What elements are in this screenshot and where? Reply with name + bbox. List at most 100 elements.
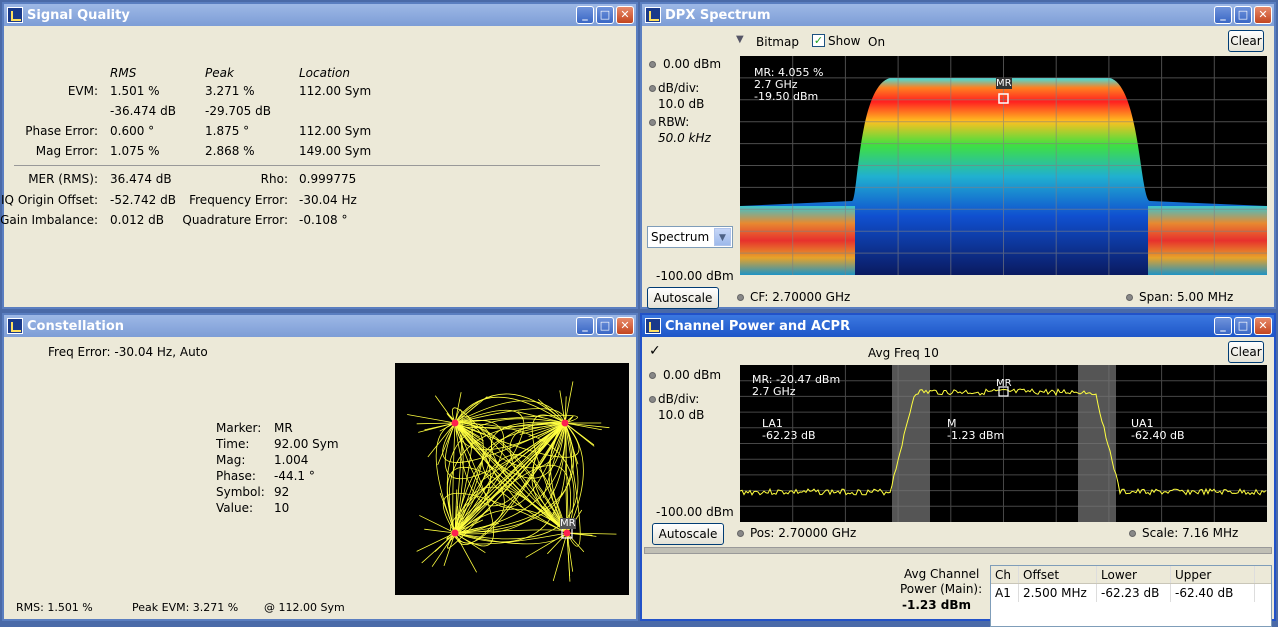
col-upper[interactable]: Upper xyxy=(1171,566,1255,583)
close-icon[interactable]: ✕ xyxy=(616,6,634,24)
app-icon xyxy=(7,318,23,334)
ref-level[interactable]: 0.00 dBm xyxy=(663,368,721,382)
bottom-level[interactable]: -100.00 dBm xyxy=(656,269,734,283)
maximize-icon[interactable]: □ xyxy=(596,317,614,335)
col-offset[interactable]: Offset xyxy=(1019,566,1097,583)
phase-label: Phase: xyxy=(216,469,256,483)
rbw-knob-icon[interactable] xyxy=(649,119,656,126)
close-icon[interactable]: ✕ xyxy=(616,317,634,335)
phase-error-label: Phase Error: xyxy=(25,124,98,138)
span[interactable]: Span: 5.00 MHz xyxy=(1139,290,1233,304)
cell-offset: 2.500 MHz xyxy=(1019,584,1097,602)
dpx-spectrum-window: DPX Spectrum _ □ ✕ ▼ Bitmap ✓ Show On Cl… xyxy=(640,2,1276,309)
ref-level-knob-icon[interactable] xyxy=(649,372,656,379)
dpx-marker-level: -19.50 dBm xyxy=(754,90,818,103)
cf-knob-icon[interactable] xyxy=(737,294,744,301)
acpr-spectrum-plot[interactable]: MR: -20.47 dBm 2.7 GHz MR LA1 -62.23 dB … xyxy=(740,365,1267,522)
autoscale-button[interactable]: Autoscale xyxy=(652,523,724,545)
mag-error-location: 149.00 Sym xyxy=(299,144,371,158)
bottom-level[interactable]: -100.00 dBm xyxy=(656,505,734,519)
cell-lower: -62.23 dB xyxy=(1097,584,1171,602)
constellation-symbol-point xyxy=(564,530,571,537)
center-frequency[interactable]: CF: 2.70000 GHz xyxy=(750,290,850,304)
bitmap-expand-icon[interactable]: ▼ xyxy=(736,34,744,45)
minimize-icon[interactable]: _ xyxy=(576,317,594,335)
main-channel-value: -1.23 dBm xyxy=(947,429,1004,442)
col-peak-header: Peak xyxy=(205,66,234,80)
span-knob-icon[interactable] xyxy=(1126,294,1133,301)
constellation-symbol-point xyxy=(562,420,569,427)
minimize-icon[interactable]: _ xyxy=(1214,317,1232,335)
acpr-marker-freq: 2.7 GHz xyxy=(752,385,796,398)
chevron-down-icon[interactable]: ▼ xyxy=(714,228,731,246)
ref-level-knob-icon[interactable] xyxy=(649,61,656,68)
constellation-titlebar[interactable]: Constellation _ □ ✕ xyxy=(4,315,636,337)
avg-freq-label: Avg Freq 10 xyxy=(868,346,939,360)
quadrature-error-value: -0.108 ° xyxy=(299,213,348,227)
phase-error-peak: 1.875 ° xyxy=(205,124,249,138)
time-label: Time: xyxy=(216,437,249,451)
constellation-plot[interactable]: MR xyxy=(395,363,629,595)
minimize-icon[interactable]: _ xyxy=(1214,6,1232,24)
minimize-icon[interactable]: _ xyxy=(576,6,594,24)
cell-upper: -62.40 dB xyxy=(1171,584,1255,602)
gain-imbalance-label: Gain Imbalance: xyxy=(0,213,98,227)
app-icon xyxy=(645,318,661,334)
maximize-icon[interactable]: □ xyxy=(1234,317,1252,335)
check-icon[interactable]: ✓ xyxy=(649,343,661,359)
divider xyxy=(14,165,600,166)
frequency-error-value: -30.04 Hz xyxy=(299,193,357,207)
value-label: Value: xyxy=(216,501,253,515)
ua1-value: -62.40 dB xyxy=(1131,429,1185,442)
dbdiv-value[interactable]: 10.0 dB xyxy=(658,408,704,422)
symbol-value: 92 xyxy=(274,485,289,499)
evm-location: 112.00 Sym xyxy=(299,84,371,98)
signal-quality-window: Signal Quality _ □ ✕ RMS Peak Location E… xyxy=(2,2,638,309)
table-row[interactable]: A1 2.500 MHz -62.23 dB -62.40 dB xyxy=(991,584,1271,602)
mag-label: Mag: xyxy=(216,453,245,467)
evm-rms: 1.501 % xyxy=(110,84,160,98)
dpx-marker-tag: MR xyxy=(996,78,1012,89)
time-value: 92.00 Sym xyxy=(274,437,339,451)
clear-button[interactable]: Clear xyxy=(1228,30,1264,52)
pos-knob-icon[interactable] xyxy=(737,530,744,537)
constellation-symbol-point xyxy=(452,420,459,427)
iq-origin-offset-label: IQ Origin Offset: xyxy=(1,193,98,207)
autoscale-button[interactable]: Autoscale xyxy=(647,287,719,309)
evm-rms-db: -36.474 dB xyxy=(110,104,176,118)
avg-power-label-2: Power (Main): xyxy=(900,582,982,596)
rbw-value[interactable]: 50.0 kHz xyxy=(658,131,711,145)
phase-error-location: 112.00 Sym xyxy=(299,124,371,138)
col-ch[interactable]: Ch xyxy=(991,566,1019,583)
dbdiv-knob-icon[interactable] xyxy=(649,85,656,92)
ref-level[interactable]: 0.00 dBm xyxy=(663,57,721,71)
dbdiv-value[interactable]: 10.0 dB xyxy=(658,97,704,111)
col-location-header: Location xyxy=(299,66,350,80)
acpr-titlebar[interactable]: Channel Power and ACPR _ □ ✕ xyxy=(642,315,1274,337)
show-checkbox[interactable]: ✓ xyxy=(812,34,825,47)
avg-power-label-1: Avg Channel xyxy=(904,567,979,581)
signal-quality-titlebar[interactable]: Signal Quality _ □ ✕ xyxy=(4,4,636,26)
constellation-graph xyxy=(395,363,629,595)
dbdiv-label: dB/div: xyxy=(658,392,699,406)
on-label: On xyxy=(868,35,885,49)
close-icon[interactable]: ✕ xyxy=(1254,6,1272,24)
position[interactable]: Pos: 2.70000 GHz xyxy=(750,526,856,540)
dbdiv-knob-icon[interactable] xyxy=(649,396,656,403)
splitter-handle[interactable] xyxy=(644,547,1272,554)
dpx-spectrum-plot[interactable]: MR: 4.055 % 2.7 GHz -19.50 dBm MR xyxy=(740,56,1267,275)
scale[interactable]: Scale: 7.16 MHz xyxy=(1142,526,1238,540)
dpx-titlebar[interactable]: DPX Spectrum _ □ ✕ xyxy=(642,4,1274,26)
col-lower[interactable]: Lower xyxy=(1097,566,1171,583)
trace-mode-select[interactable]: Spectrum ▼ xyxy=(647,226,733,248)
symbol-label: Symbol: xyxy=(216,485,265,499)
constellation-marker-tag: MR xyxy=(560,518,576,529)
close-icon[interactable]: ✕ xyxy=(1254,317,1272,335)
maximize-icon[interactable]: □ xyxy=(596,6,614,24)
maximize-icon[interactable]: □ xyxy=(1234,6,1252,24)
window-title: DPX Spectrum xyxy=(665,8,1214,23)
avg-power-value: -1.23 dBm xyxy=(902,598,971,612)
scale-knob-icon[interactable] xyxy=(1129,530,1136,537)
clear-button[interactable]: Clear xyxy=(1228,341,1264,363)
phase-value: -44.1 ° xyxy=(274,469,315,483)
